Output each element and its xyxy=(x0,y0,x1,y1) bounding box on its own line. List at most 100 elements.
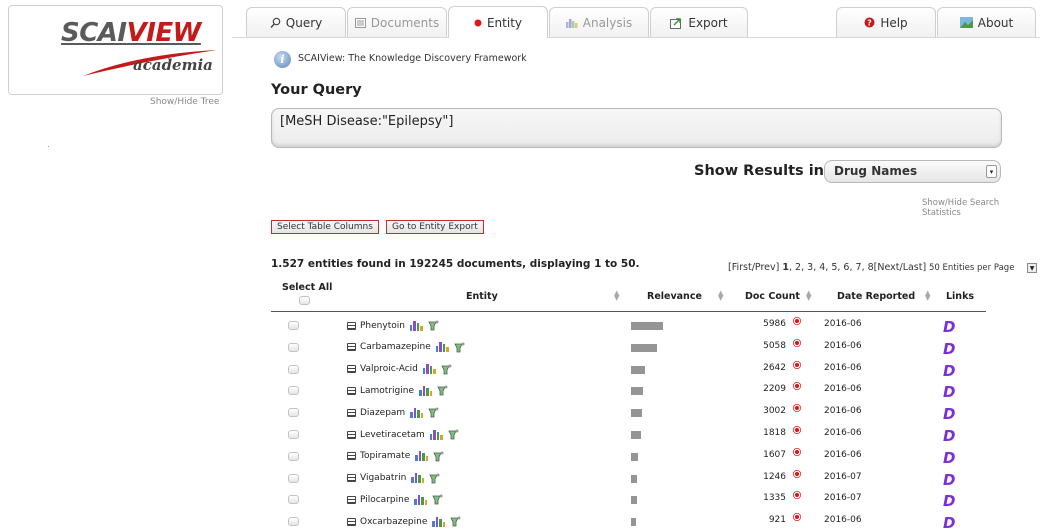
entity-name[interactable]: Carbamazepine xyxy=(360,342,431,352)
entity-cell[interactable]: Levetiracetam xyxy=(347,429,459,440)
row-checkbox[interactable] xyxy=(288,473,299,483)
bar-chart-icon[interactable] xyxy=(410,407,424,418)
entity-cell[interactable]: Vigabatrin xyxy=(347,473,440,484)
entity-cell[interactable]: Lamotrigine xyxy=(347,385,448,396)
link-d-icon[interactable]: D xyxy=(943,492,955,510)
row-checkbox[interactable] xyxy=(288,386,299,396)
entity-cell[interactable]: Carbamazepine xyxy=(347,342,465,353)
row-checkbox[interactable] xyxy=(288,430,299,439)
bar-chart-icon[interactable] xyxy=(415,451,429,462)
sort-icon[interactable]: ▲ ▼ xyxy=(718,290,723,302)
per-page-arrow-icon[interactable]: ▼ xyxy=(1027,263,1037,273)
tab-analysis[interactable]: Analysis xyxy=(549,7,649,37)
bar-chart-icon[interactable] xyxy=(435,342,449,353)
entity-cell[interactable]: Oxcarbazepine xyxy=(347,516,461,527)
tab-help[interactable]: ? Help xyxy=(836,7,936,37)
row-checkbox[interactable] xyxy=(288,495,299,505)
flask-icon[interactable] xyxy=(433,451,444,462)
next-last-link[interactable]: [Next/Last] xyxy=(874,262,927,273)
flask-icon[interactable] xyxy=(437,385,448,396)
link-d-icon[interactable]: D xyxy=(943,471,955,489)
link-d-icon[interactable]: D xyxy=(943,427,955,445)
page-link[interactable]: 2 xyxy=(795,262,801,273)
bar-chart-icon[interactable] xyxy=(429,429,443,440)
red-dot-icon[interactable] xyxy=(793,360,801,369)
select-all-checkbox[interactable] xyxy=(299,296,310,305)
link-d-icon[interactable]: D xyxy=(943,383,955,401)
entity-name[interactable]: Valproic-Acid xyxy=(360,364,418,374)
entity-cell[interactable]: Topiramate xyxy=(347,451,444,462)
page-link[interactable]: 7 xyxy=(856,262,862,273)
sort-icon[interactable]: ▲ ▼ xyxy=(925,290,930,302)
link-d-icon[interactable]: D xyxy=(943,449,955,467)
tab-query[interactable]: Query xyxy=(246,7,346,37)
row-checkbox[interactable] xyxy=(288,517,299,527)
query-field[interactable]: [MeSH Disease:"Epilepsy"] xyxy=(271,108,1002,148)
column-header-relevance[interactable]: Relevance xyxy=(647,291,702,302)
sort-icon[interactable]: ▲ ▼ xyxy=(614,290,619,302)
red-dot-icon[interactable] xyxy=(793,338,801,347)
column-header-date-reported[interactable]: Date Reported xyxy=(837,291,915,302)
red-dot-icon[interactable] xyxy=(793,513,801,522)
entity-cell[interactable]: Pilocarpine xyxy=(347,494,443,505)
link-d-icon[interactable]: D xyxy=(943,362,955,380)
page-link[interactable]: 5 xyxy=(831,262,837,273)
entity-cell[interactable]: Valproic-Acid xyxy=(347,364,452,375)
flask-icon[interactable] xyxy=(429,473,440,484)
entity-name[interactable]: Lamotrigine xyxy=(360,386,414,396)
column-header-entity[interactable]: Entity xyxy=(466,291,498,302)
red-dot-icon[interactable] xyxy=(793,426,801,434)
page-link[interactable]: 3 xyxy=(807,262,813,273)
results-type-select[interactable]: Drug Names ▾ xyxy=(824,160,1001,183)
bar-chart-icon[interactable] xyxy=(409,320,423,331)
show-hide-stats-link[interactable]: Show/Hide Search Statistics xyxy=(922,198,1040,218)
red-dot-icon[interactable] xyxy=(793,491,801,500)
bar-chart-icon[interactable] xyxy=(419,385,432,396)
entity-cell[interactable]: Phenytoin xyxy=(347,320,439,331)
entity-cell[interactable]: Diazepam xyxy=(347,407,439,418)
red-dot-icon[interactable] xyxy=(793,317,801,325)
bar-chart-icon[interactable] xyxy=(411,473,425,484)
red-dot-icon[interactable] xyxy=(793,447,801,456)
column-header-doc-count[interactable]: Doc Count xyxy=(745,291,800,302)
tab-documents[interactable]: Documents xyxy=(347,7,447,37)
entity-name[interactable]: Levetiracetam xyxy=(360,430,425,440)
bar-chart-icon[interactable] xyxy=(432,516,446,527)
row-checkbox[interactable] xyxy=(288,451,299,461)
row-checkbox[interactable] xyxy=(288,321,299,330)
row-checkbox[interactable] xyxy=(288,342,299,352)
flask-icon[interactable] xyxy=(448,429,459,440)
entity-name[interactable]: Topiramate xyxy=(360,451,410,461)
link-d-icon[interactable]: D xyxy=(943,405,955,423)
per-page-select[interactable]: 50 Entities per Page xyxy=(929,263,1014,273)
go-to-entity-export-button[interactable]: Go to Entity Export xyxy=(386,220,484,234)
page-link[interactable]: 6 xyxy=(843,262,849,273)
entity-name[interactable]: Oxcarbazepine xyxy=(360,517,427,527)
flask-icon[interactable] xyxy=(428,320,439,331)
link-d-icon[interactable]: D xyxy=(943,514,955,529)
flask-icon[interactable] xyxy=(428,407,439,418)
show-hide-tree-link[interactable]: Show/Hide Tree xyxy=(150,97,219,107)
first-prev-link[interactable]: [First/Prev] xyxy=(728,262,779,273)
flask-icon[interactable] xyxy=(450,516,461,527)
flask-icon[interactable] xyxy=(454,342,465,353)
entity-name[interactable]: Phenytoin xyxy=(360,321,405,331)
sort-icon[interactable]: ▲ ▼ xyxy=(806,290,811,302)
select-table-columns-button[interactable]: Select Table Columns xyxy=(271,220,379,234)
link-d-icon[interactable]: D xyxy=(943,340,955,358)
bar-chart-icon[interactable] xyxy=(414,494,428,505)
link-d-icon[interactable]: D xyxy=(943,318,955,336)
row-checkbox[interactable] xyxy=(288,364,299,374)
tab-about[interactable]: About xyxy=(937,7,1036,37)
bar-chart-icon[interactable] xyxy=(422,364,436,375)
page-link-current[interactable]: 1 xyxy=(782,262,789,273)
tab-entity[interactable]: Entity xyxy=(448,6,548,38)
red-dot-icon[interactable] xyxy=(793,469,801,478)
red-dot-icon[interactable] xyxy=(793,404,801,413)
page-link[interactable]: 4 xyxy=(819,262,825,273)
row-checkbox[interactable] xyxy=(288,408,299,418)
entity-name[interactable]: Pilocarpine xyxy=(360,495,409,505)
entity-name[interactable]: Diazepam xyxy=(360,408,405,418)
entity-name[interactable]: Vigabatrin xyxy=(360,473,406,483)
flask-icon[interactable] xyxy=(441,364,452,375)
